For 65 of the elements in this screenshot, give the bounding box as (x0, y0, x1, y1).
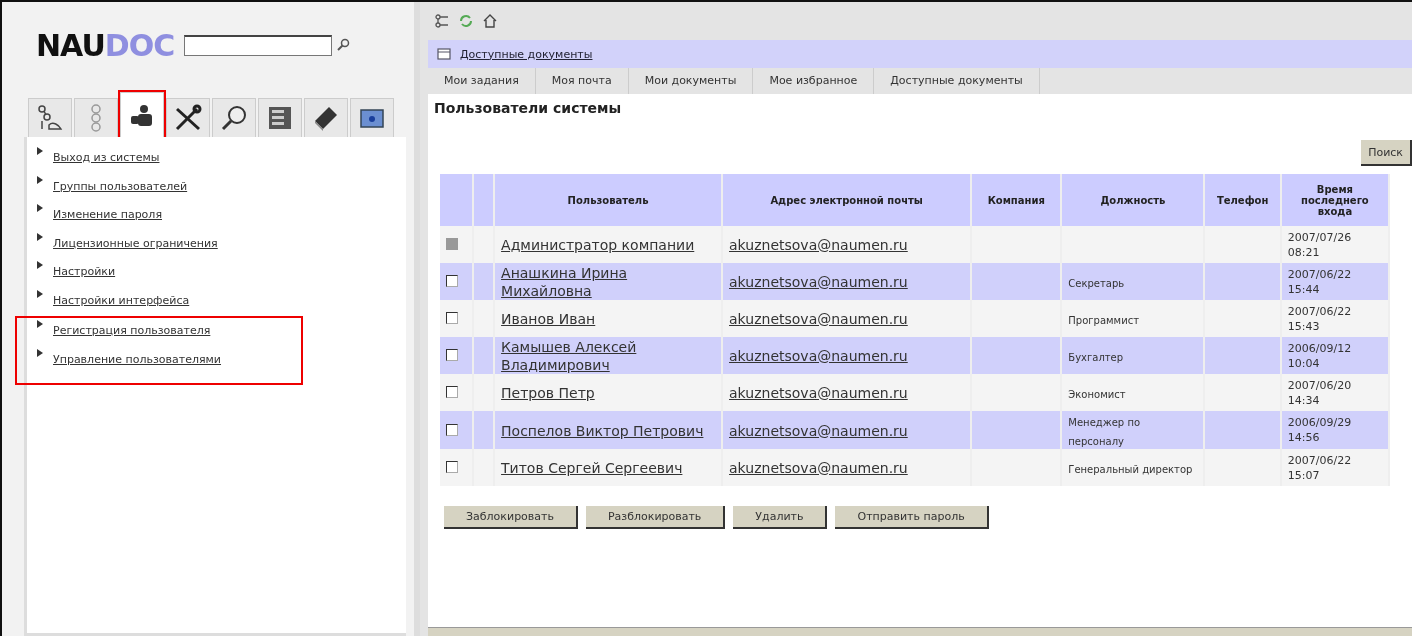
table-cell-text: 2007/06/22 15:07 (1287, 452, 1353, 483)
column-header: Адрес электронной почты (722, 174, 972, 226)
home-icon[interactable] (482, 13, 498, 29)
checkbox[interactable] (446, 349, 458, 361)
menu-link[interactable]: Настройки (53, 265, 116, 278)
search-icon[interactable] (336, 38, 351, 52)
logo: NAUDOC (36, 27, 175, 63)
triangle-icon (37, 348, 43, 357)
column-header: Пользователь (494, 174, 723, 226)
table-cell-text: 2007/07/26 08:21 (1287, 229, 1353, 260)
checkbox[interactable] (446, 275, 458, 287)
checkbox[interactable] (446, 461, 458, 473)
table-cell: Генеральный директор (1068, 464, 1193, 475)
table-cell-text: 2007/06/22 15:44 (1287, 266, 1353, 297)
search-field[interactable] (184, 34, 333, 56)
toolbar-tab[interactable] (120, 92, 164, 137)
toolbar-tab[interactable] (28, 98, 72, 137)
checkbox[interactable] (446, 312, 458, 324)
toolbar-tab[interactable] (258, 98, 302, 137)
action-button[interactable]: Удалить (733, 506, 828, 529)
triangle-icon (37, 232, 43, 241)
menu-link[interactable]: Выход из системы (53, 151, 160, 164)
menu-link[interactable]: Группы пользователей (53, 179, 188, 193)
triangle-icon (37, 175, 43, 184)
magnifier-icon (219, 103, 249, 133)
network-icon[interactable] (434, 13, 450, 29)
table-cell-text: 2007/06/20 14:34 (1287, 377, 1353, 408)
table-cell-text: 2006/09/12 10:04 (1287, 340, 1353, 371)
table-cell: Менеджер по персоналу (1068, 417, 1141, 447)
toolbar-tab[interactable] (350, 98, 394, 137)
table-cell: Экономист (1068, 389, 1126, 400)
column-header: Должность (1061, 174, 1205, 226)
toolbar-tab[interactable] (166, 98, 210, 137)
triangle-icon (37, 289, 43, 298)
user-link[interactable]: Петров Петр (501, 384, 595, 402)
toolbar-tab[interactable] (304, 98, 348, 137)
triangle-icon (37, 261, 43, 269)
menu-link[interactable]: Управление пользователями (53, 352, 221, 366)
table-cell: Программист (1068, 315, 1139, 326)
triangle-icon (37, 204, 43, 212)
table-cell: Бухгалтер (1068, 352, 1124, 363)
toolbar-tab[interactable] (212, 98, 256, 137)
table-cell-text: 2007/06/22 15:43 (1287, 303, 1353, 334)
table-cell-text: 2006/09/29 14:56 (1287, 415, 1353, 445)
menu-link[interactable]: Регистрация пользователя (53, 324, 211, 337)
checkbox[interactable] (446, 386, 458, 398)
table-cell: Секретарь (1068, 278, 1125, 289)
triangle-icon (37, 320, 43, 328)
page-title: Пользователи системы (434, 100, 623, 118)
checkbox[interactable] (446, 423, 458, 436)
column-header: Телефон (1204, 174, 1281, 226)
action-button[interactable]: Разблокировать (585, 506, 726, 529)
column-header: Время последнего входа (1280, 174, 1389, 226)
folder-icon (436, 46, 452, 62)
search-button[interactable]: Поиск (1361, 140, 1412, 166)
menu-link[interactable]: Изменение пароля (53, 208, 162, 221)
route-icon (35, 103, 65, 133)
action-button[interactable]: Отправить пароль (835, 506, 989, 529)
column-header: Компания (971, 174, 1062, 226)
breadcrumb-link[interactable]: Доступные документы (460, 47, 593, 61)
triangle-icon (37, 147, 43, 155)
action-button[interactable]: Заблокировать (444, 506, 578, 529)
tools-icon (173, 103, 203, 133)
menu-link[interactable]: Настройки интерфейса (53, 293, 190, 307)
menu-link[interactable]: Лицензионные ограничения (53, 236, 218, 250)
